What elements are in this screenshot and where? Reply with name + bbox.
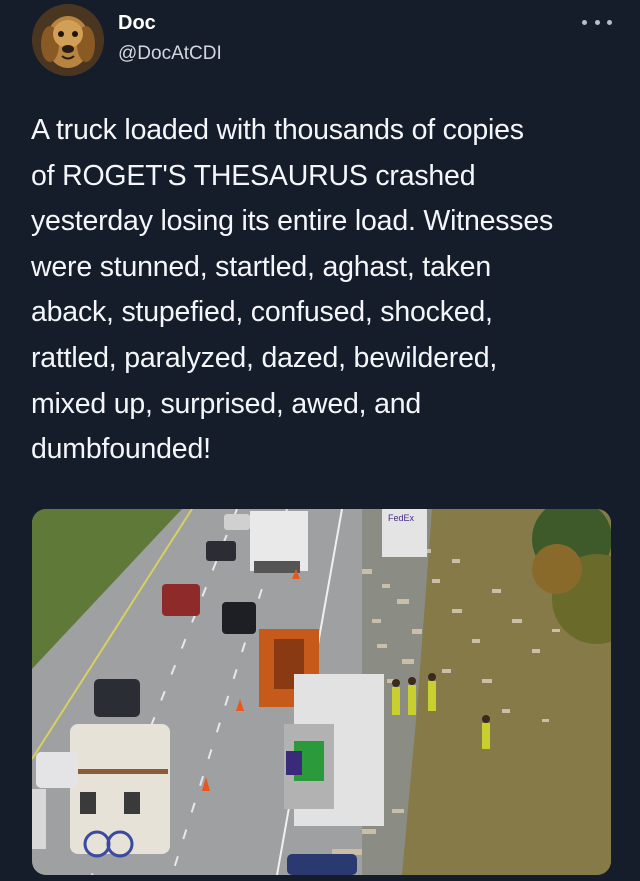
fedex-label: FedEx [388, 513, 415, 523]
car [206, 541, 236, 561]
rv-stripe [72, 769, 168, 774]
tweet-line: dumbfounded! [31, 433, 211, 466]
car [287, 854, 357, 875]
dot [607, 19, 612, 25]
tree [532, 544, 582, 594]
tweet-text: A truck loaded with thousands of copies … [31, 108, 621, 473]
tweet-line: yesterday losing its entire load. Witnes… [31, 205, 554, 238]
tweet-line: of ROGET'S THESAURUS crashed [31, 159, 476, 192]
car [224, 514, 250, 530]
fedex-logo-panel [286, 751, 302, 775]
tweet-line: were stunned, startled, aghast, taken [31, 250, 491, 283]
dog-avatar-icon [32, 4, 104, 76]
author-handle[interactable]: @DocAtCDI [118, 43, 222, 65]
rv-window [80, 792, 96, 814]
tweet-line: A truck loaded with thousands of copies [31, 114, 524, 146]
car [162, 584, 200, 616]
car [32, 789, 46, 849]
dot [594, 19, 600, 25]
car [222, 602, 256, 634]
tweet-line: rattled, paralyzed, dazed, bewildered, [31, 341, 498, 374]
box-truck-cab [254, 561, 300, 573]
suv [94, 679, 140, 717]
dot [582, 19, 587, 25]
tweet-line: aback, stupefied, confused, shocked, [31, 296, 493, 329]
rv [70, 724, 170, 854]
car [36, 752, 78, 788]
author-name[interactable]: Doc [118, 12, 156, 35]
more-options-icon[interactable] [582, 12, 612, 32]
rv-window [124, 792, 140, 814]
tweet-photo[interactable]: FedEx [32, 509, 611, 875]
tweet-line: mixed up, surprised, awed, and [31, 387, 422, 420]
avatar[interactable] [32, 4, 104, 76]
